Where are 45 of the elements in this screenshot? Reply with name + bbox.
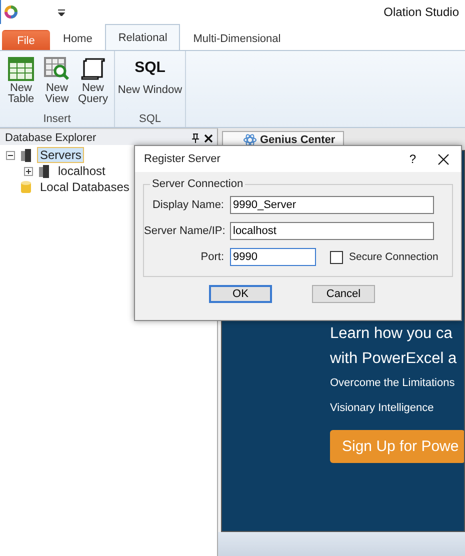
- ribbon-button[interactable]: New Query: [76, 55, 110, 113]
- server-icon: [20, 148, 32, 162]
- ribbon-button[interactable]: New Table: [4, 55, 38, 113]
- database-icon: [20, 180, 32, 194]
- field-label: Port:: [200, 251, 225, 263]
- expander-icon[interactable]: [6, 150, 15, 160]
- tree-item[interactable]: Local Databases: [37, 179, 132, 195]
- dialog-title: Register Server: [144, 153, 220, 165]
- checkbox[interactable]: [330, 250, 343, 264]
- close-icon[interactable]: [438, 154, 449, 164]
- ring-logo-icon: [4, 5, 18, 19]
- scroll-icon: [80, 57, 106, 81]
- banner-headline: with PowerExcel a: [330, 349, 458, 369]
- checkbox-label[interactable]: Secure Connection: [349, 251, 438, 263]
- ribbon-tab[interactable]: Multi-Dimensional: [180, 26, 294, 50]
- sql-icon: SQL: [134, 57, 166, 79]
- tree-item[interactable]: localhost: [55, 163, 108, 179]
- pin-icon[interactable]: [192, 133, 199, 143]
- table-icon: [8, 57, 34, 81]
- ribbon-button[interactable]: SQL New Window: [119, 55, 181, 113]
- window-title: Olation Studio: [384, 5, 459, 19]
- input-field[interactable]: 9990: [230, 248, 316, 266]
- field-label: Server Name/IP:: [144, 225, 226, 237]
- group-label: SQL: [138, 113, 161, 125]
- tree-item[interactable]: Servers: [37, 147, 84, 163]
- help-button[interactable]: ?: [409, 152, 416, 166]
- banner-headline: Learn how you ca: [330, 324, 454, 344]
- group-label: Insert: [43, 113, 71, 125]
- cancel-button[interactable]: Cancel: [312, 285, 375, 303]
- ribbon-button[interactable]: New View: [40, 55, 74, 113]
- input-field[interactable]: 9990_Server: [230, 196, 434, 214]
- ok-button[interactable]: OK: [209, 285, 272, 303]
- field-label: Display Name:: [151, 199, 225, 211]
- atom-icon: [243, 134, 257, 146]
- group-title: Server Connection: [151, 178, 244, 190]
- dropdown-icon[interactable]: [58, 8, 65, 16]
- close-icon[interactable]: [204, 134, 213, 142]
- panel-title: Database Explorer: [5, 132, 96, 144]
- server-icon: [38, 164, 50, 178]
- ribbon-tab[interactable]: Home: [50, 26, 106, 50]
- ribbon-tab[interactable]: Relational: [105, 24, 180, 50]
- banner-text: Visionary Intelligence: [330, 401, 435, 416]
- input-field[interactable]: localhost: [230, 222, 434, 240]
- banner-text: Overcome the Limitations: [330, 376, 456, 391]
- expander-icon[interactable]: [24, 166, 33, 176]
